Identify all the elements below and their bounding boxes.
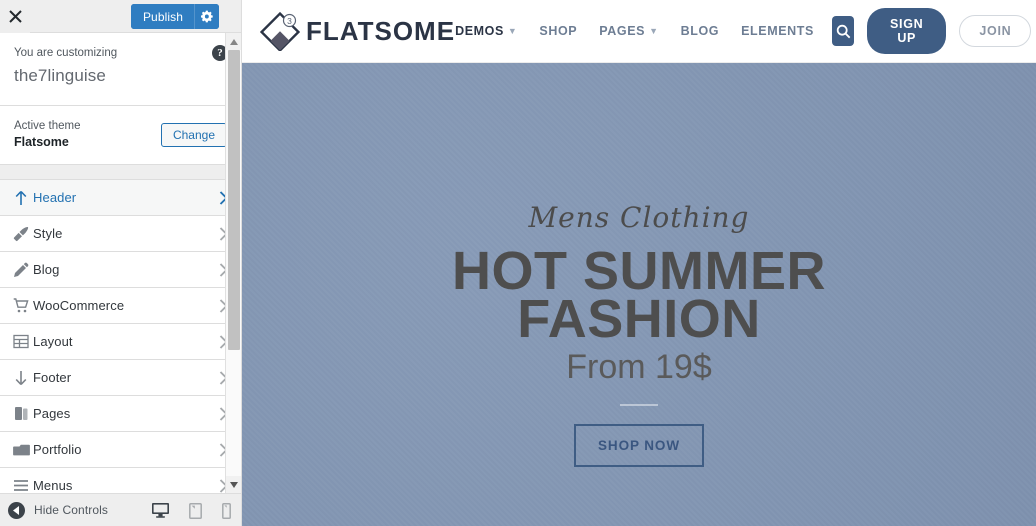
sidebar-item-label: Pages bbox=[33, 406, 71, 421]
close-icon[interactable] bbox=[0, 0, 30, 33]
nav-label: DEMOS bbox=[455, 24, 504, 38]
scroll-down-arrow-icon[interactable] bbox=[226, 476, 241, 493]
sidebar-item-footer[interactable]: Footer bbox=[0, 360, 241, 396]
sidebar-item-portfolio[interactable]: Portfolio bbox=[0, 432, 241, 468]
sidebar-item-woocommerce[interactable]: WooCommerce bbox=[0, 288, 241, 324]
customizer-panel-scroll: You are customizing the7linguise ? Activ… bbox=[0, 33, 241, 493]
pencil-icon bbox=[9, 262, 33, 278]
main-nav: DEMOS ▼ SHOP PAGES ▼ BLOG ELEMENTS bbox=[455, 24, 814, 38]
customizer-footer: Hide Controls bbox=[0, 493, 241, 526]
folder-icon bbox=[9, 443, 33, 457]
menu-lines-icon bbox=[9, 479, 33, 492]
brand-logo[interactable]: 3 FLATSOME bbox=[259, 11, 456, 53]
nav-item-elements[interactable]: ELEMENTS bbox=[741, 24, 814, 38]
hero-eyebrow: Mens Clothing bbox=[528, 201, 750, 234]
device-preview-switcher bbox=[152, 494, 231, 526]
header-right: DEMOS ▼ SHOP PAGES ▼ BLOG ELEMENTS SIGN … bbox=[455, 8, 1032, 54]
cart-icon bbox=[9, 297, 33, 314]
sidebar-item-layout[interactable]: Layout bbox=[0, 324, 241, 360]
customizing-label: You are customizing bbox=[14, 47, 118, 59]
sidebar-item-blog[interactable]: Blog bbox=[0, 252, 241, 288]
sidebar-item-label: Blog bbox=[33, 262, 60, 277]
chevron-down-icon: ▼ bbox=[507, 26, 518, 36]
sidebar-item-label: Menus bbox=[33, 478, 73, 493]
nav-label: BLOG bbox=[680, 24, 720, 38]
site-header: 3 FLATSOME DEMOS ▼ SHOP PAGES ▼ BLOG ELE… bbox=[242, 0, 1036, 63]
nav-item-shop[interactable]: SHOP bbox=[539, 24, 577, 38]
sidebar-item-label: Layout bbox=[33, 334, 73, 349]
panel-separator bbox=[0, 165, 241, 180]
grid-icon bbox=[9, 334, 33, 349]
sidebar-item-header[interactable]: Header bbox=[0, 180, 241, 216]
nav-label: PAGES bbox=[599, 24, 646, 38]
sidebar-item-label: Portfolio bbox=[33, 442, 82, 457]
paintbrush-icon bbox=[9, 226, 33, 242]
flatsome-diamond-logo-icon: 3 bbox=[259, 11, 301, 53]
active-theme-block: Active theme Flatsome Change bbox=[0, 106, 241, 165]
search-icon[interactable] bbox=[832, 16, 855, 46]
sidebar-item-label: WooCommerce bbox=[33, 298, 125, 313]
sidebar-item-label: Header bbox=[33, 190, 77, 205]
sidebar-item-pages[interactable]: Pages bbox=[0, 396, 241, 432]
site-preview-frame: 3 FLATSOME DEMOS ▼ SHOP PAGES ▼ BLOG ELE… bbox=[242, 0, 1036, 526]
nav-label: SHOP bbox=[539, 24, 578, 38]
active-theme-label: Active theme bbox=[14, 120, 81, 132]
change-theme-button[interactable]: Change bbox=[160, 123, 227, 147]
chevron-down-icon: ▼ bbox=[649, 26, 659, 36]
active-theme-name: Flatsome bbox=[14, 135, 69, 149]
publish-button[interactable]: Publish bbox=[130, 4, 194, 29]
pages-icon bbox=[9, 406, 33, 421]
hero-title: HOT SUMMER FASHION bbox=[452, 244, 826, 349]
sidebar-item-label: Footer bbox=[33, 370, 72, 385]
mobile-preview-icon[interactable] bbox=[222, 502, 231, 519]
hero-title-line2: FASHION bbox=[517, 289, 761, 349]
customizer-screen: Publish You are customizing the7linguise… bbox=[0, 0, 1036, 526]
desktop-preview-icon[interactable] bbox=[152, 503, 169, 518]
publish-button-group: Publish bbox=[130, 4, 219, 29]
sidebar-item-style[interactable]: Style bbox=[0, 216, 241, 252]
sidebar-scrollbar[interactable] bbox=[225, 33, 241, 493]
hero-divider bbox=[620, 404, 658, 406]
nav-label: ELEMENTS bbox=[741, 24, 814, 38]
scroll-up-arrow-icon[interactable] bbox=[226, 33, 241, 50]
customizer-sidebar: Publish You are customizing the7linguise… bbox=[0, 0, 242, 526]
hero-banner: Mens Clothing HOT SUMMER FASHION From 19… bbox=[242, 63, 1036, 526]
gear-icon[interactable] bbox=[194, 4, 219, 29]
brand-name: FLATSOME bbox=[306, 15, 456, 46]
hide-controls-label: Hide Controls bbox=[34, 503, 108, 517]
site-title: the7linguise bbox=[14, 66, 106, 85]
customizer-panel-list: Header Style Blog WooCommerce Layout Foo… bbox=[0, 180, 241, 493]
svg-text:3: 3 bbox=[287, 16, 292, 26]
hero-subtitle: From 19$ bbox=[566, 348, 712, 386]
nav-item-blog[interactable]: BLOG bbox=[681, 24, 720, 38]
arrow-down-icon bbox=[9, 370, 33, 386]
sign-up-button[interactable]: SIGN UP bbox=[867, 8, 947, 54]
nav-item-demos[interactable]: DEMOS ▼ bbox=[455, 24, 517, 38]
site-info-block: You are customizing the7linguise ? bbox=[0, 33, 241, 106]
scrollbar-thumb[interactable] bbox=[228, 50, 240, 350]
active-theme-text: Active theme Flatsome bbox=[14, 119, 80, 151]
nav-item-pages[interactable]: PAGES ▼ bbox=[599, 24, 658, 38]
sidebar-item-label: Style bbox=[33, 226, 63, 241]
hide-controls-button[interactable]: Hide Controls bbox=[8, 501, 108, 519]
customizer-topbar: Publish bbox=[0, 0, 241, 33]
arrow-up-icon bbox=[9, 190, 33, 206]
sidebar-item-menus[interactable]: Menus bbox=[0, 468, 241, 493]
join-button[interactable]: JOIN bbox=[959, 15, 1032, 47]
collapse-arrow-icon bbox=[8, 501, 25, 519]
tablet-preview-icon[interactable] bbox=[189, 502, 202, 519]
shop-now-button[interactable]: SHOP NOW bbox=[574, 424, 704, 467]
